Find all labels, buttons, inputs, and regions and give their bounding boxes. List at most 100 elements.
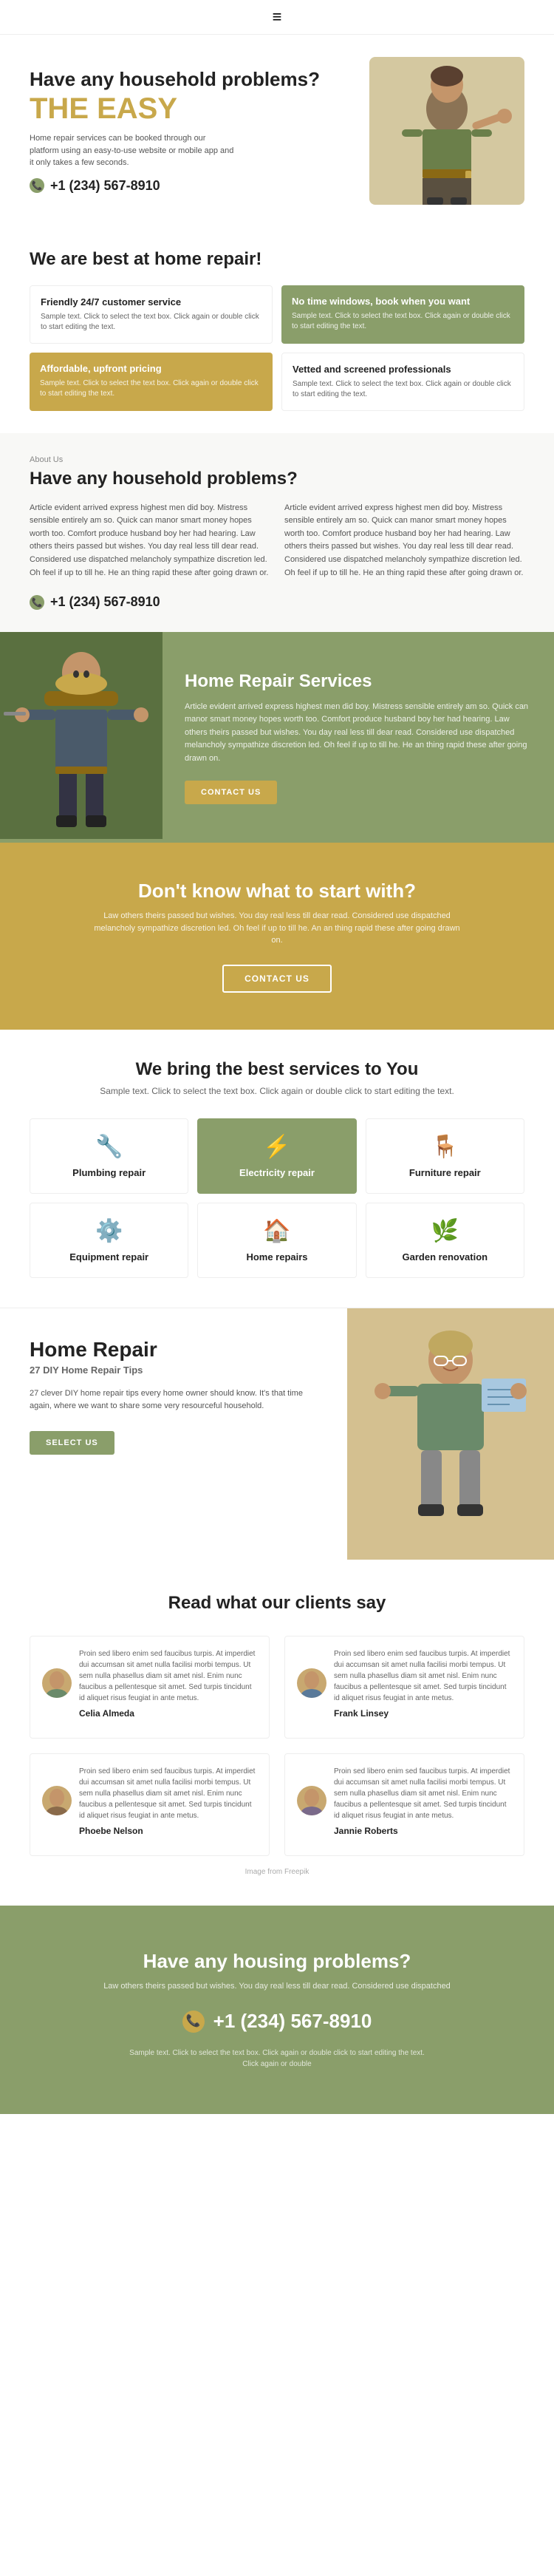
footer-cta-section: Have any housing problems? Law others th… [0, 1906, 554, 2115]
phone-icon: 📞 [30, 178, 44, 193]
hero-phone[interactable]: 📞 +1 (234) 567-8910 [30, 178, 355, 194]
home-icon: 🏠 [213, 1218, 341, 1244]
about-label: About Us [30, 455, 524, 464]
service-furniture[interactable]: 🪑 Furniture repair [366, 1118, 524, 1194]
garden-icon: 🌿 [381, 1218, 509, 1244]
feature-friendly-text: Sample text. Click to select the text bo… [41, 312, 261, 333]
review-2: Proin sed libero enim sed faucibus turpi… [284, 1636, 524, 1739]
home-title: Home repairs [213, 1251, 341, 1262]
features-grid: Friendly 24/7 customer service Sample te… [30, 285, 524, 411]
footer-cta-heading: Have any housing problems? [30, 1950, 524, 1973]
reviews-section: Read what our clients say Proin sed libe… [0, 1563, 554, 1906]
reviewer-2-name: Frank Linsey [334, 1708, 512, 1719]
banner-image [0, 632, 163, 843]
footer-cta-desc: Sample text. Click to select the text bo… [129, 2047, 425, 2070]
select-us-button[interactable]: SELECT US [30, 1431, 114, 1455]
about-phone-icon: 📞 [30, 595, 44, 610]
service-home[interactable]: 🏠 Home repairs [197, 1203, 356, 1278]
equipment-icon: ⚙️ [45, 1218, 173, 1244]
review-3: Proin sed libero enim sed faucibus turpi… [30, 1753, 270, 1856]
hero-section: Have any household problems? THE EASY Ho… [0, 35, 554, 227]
reviewer-4: Proin sed libero enim sed faucibus turpi… [297, 1766, 512, 1836]
home-repair-content: Home Repair 27 DIY Home Repair Tips 27 c… [0, 1308, 347, 1563]
banner-text: Article evident arrived express highest … [185, 701, 532, 766]
hero-phone-number: +1 (234) 567-8910 [50, 178, 160, 194]
hero-heading: Have any household problems? [30, 68, 355, 91]
service-plumbing[interactable]: 🔧 Plumbing repair [30, 1118, 188, 1194]
plumbing-title: Plumbing repair [45, 1167, 173, 1178]
avatar-2 [297, 1668, 326, 1698]
banner-heading: Home Repair Services [185, 671, 532, 692]
feature-friendly[interactable]: Friendly 24/7 customer service Sample te… [30, 285, 273, 344]
review-4-text: Proin sed libero enim sed faucibus turpi… [334, 1766, 512, 1821]
feature-no-time[interactable]: No time windows, book when you want Samp… [281, 285, 524, 344]
avatar-4 [297, 1786, 326, 1815]
footer-phone[interactable]: 📞 +1 (234) 567-8910 [30, 2010, 524, 2033]
footer-cta-sub: Law others theirs passed but wishes. You… [30, 1980, 524, 1993]
furniture-icon: 🪑 [381, 1134, 509, 1160]
feature-pricing-text: Sample text. Click to select the text bo… [40, 378, 262, 399]
about-section: About Us Have any household problems? Ar… [0, 433, 554, 632]
services-heading: We bring the best services to You [30, 1059, 524, 1080]
home-repair-heading: Home Repair [30, 1338, 318, 1362]
review-3-text: Proin sed libero enim sed faucibus turpi… [79, 1766, 257, 1821]
footer-phone-icon: 📞 [182, 2011, 205, 2033]
feature-pricing[interactable]: Affordable, upfront pricing Sample text.… [30, 353, 273, 411]
feature-vetted-text: Sample text. Click to select the text bo… [293, 379, 513, 400]
review-1-text: Proin sed libero enim sed faucibus turpi… [79, 1648, 257, 1704]
feature-friendly-title: Friendly 24/7 customer service [41, 296, 261, 307]
cta-contact-button[interactable]: contact us [222, 965, 332, 993]
hero-person-svg [369, 57, 524, 205]
hero-text: Have any household problems? THE EASY Ho… [30, 68, 355, 194]
reviewer-1: Proin sed libero enim sed faucibus turpi… [42, 1648, 257, 1719]
plumbing-icon: 🔧 [45, 1134, 173, 1160]
best-at-heading: We are best at home repair! [30, 249, 524, 271]
feature-no-time-title: No time windows, book when you want [292, 296, 514, 307]
review-2-text: Proin sed libero enim sed faucibus turpi… [334, 1648, 512, 1704]
home-repair-section: Home Repair 27 DIY Home Repair Tips 27 c… [0, 1308, 554, 1563]
reviewer-4-name: Jannie Roberts [334, 1826, 512, 1836]
about-col2: Article evident arrived express highest … [284, 502, 524, 580]
service-garden[interactable]: 🌿 Garden renovation [366, 1203, 524, 1278]
furniture-title: Furniture repair [381, 1167, 509, 1178]
electricity-icon: ⚡ [213, 1134, 341, 1160]
review-4: Proin sed libero enim sed faucibus turpi… [284, 1753, 524, 1856]
avatar-3 [42, 1786, 72, 1815]
about-phone-number: +1 (234) 567-8910 [50, 594, 160, 610]
review-1: Proin sed libero enim sed faucibus turpi… [30, 1636, 270, 1739]
image-credit: Image from Freepik [30, 1868, 524, 1876]
about-phone[interactable]: 📞 +1 (234) 567-8910 [30, 594, 524, 610]
electricity-title: Electricity repair [213, 1167, 341, 1178]
contact-us-button[interactable]: CONTACT US [185, 781, 277, 804]
menu-icon[interactable]: ≡ [273, 7, 282, 27]
best-at-section: We are best at home repair! Friendly 24/… [0, 227, 554, 433]
services-subtext: Sample text. Click to select the text bo… [30, 1086, 524, 1096]
home-repair-subtitle: 27 DIY Home Repair Tips [30, 1365, 318, 1376]
hero-tagline: THE EASY [30, 94, 355, 123]
equipment-title: Equipment repair [45, 1251, 173, 1262]
garden-title: Garden renovation [381, 1251, 509, 1262]
services-grid: 🔧 Plumbing repair ⚡ Electricity repair 🪑… [30, 1118, 524, 1278]
banner-content: Home Repair Services Article evident arr… [163, 632, 554, 843]
about-col1: Article evident arrived express highest … [30, 502, 270, 580]
lady-svg [347, 1308, 554, 1560]
reviewer-2: Proin sed libero enim sed faucibus turpi… [297, 1648, 512, 1719]
reviewer-1-name: Celia Almeda [79, 1708, 257, 1719]
service-equipment[interactable]: ⚙️ Equipment repair [30, 1203, 188, 1278]
cta-heading: Don't know what to start with? [30, 880, 524, 903]
feature-vetted-title: Vetted and screened professionals [293, 364, 513, 375]
worker-svg [0, 632, 163, 839]
feature-pricing-title: Affordable, upfront pricing [40, 363, 262, 374]
reviews-grid: Proin sed libero enim sed faucibus turpi… [30, 1636, 524, 1856]
home-repair-image [347, 1308, 554, 1563]
hero-image [355, 57, 524, 205]
cta-text: Law others theirs passed but wishes. You… [92, 910, 462, 947]
reviewer-3-name: Phoebe Nelson [79, 1826, 257, 1836]
feature-vetted[interactable]: Vetted and screened professionals Sample… [281, 353, 524, 411]
hero-description: Home repair services can be booked throu… [30, 132, 236, 169]
service-electricity[interactable]: ⚡ Electricity repair [197, 1118, 356, 1194]
reviewer-3: Proin sed libero enim sed faucibus turpi… [42, 1766, 257, 1836]
about-cols: Article evident arrived express highest … [30, 502, 524, 580]
avatar-1 [42, 1668, 72, 1698]
about-heading: Have any household problems? [30, 469, 524, 490]
